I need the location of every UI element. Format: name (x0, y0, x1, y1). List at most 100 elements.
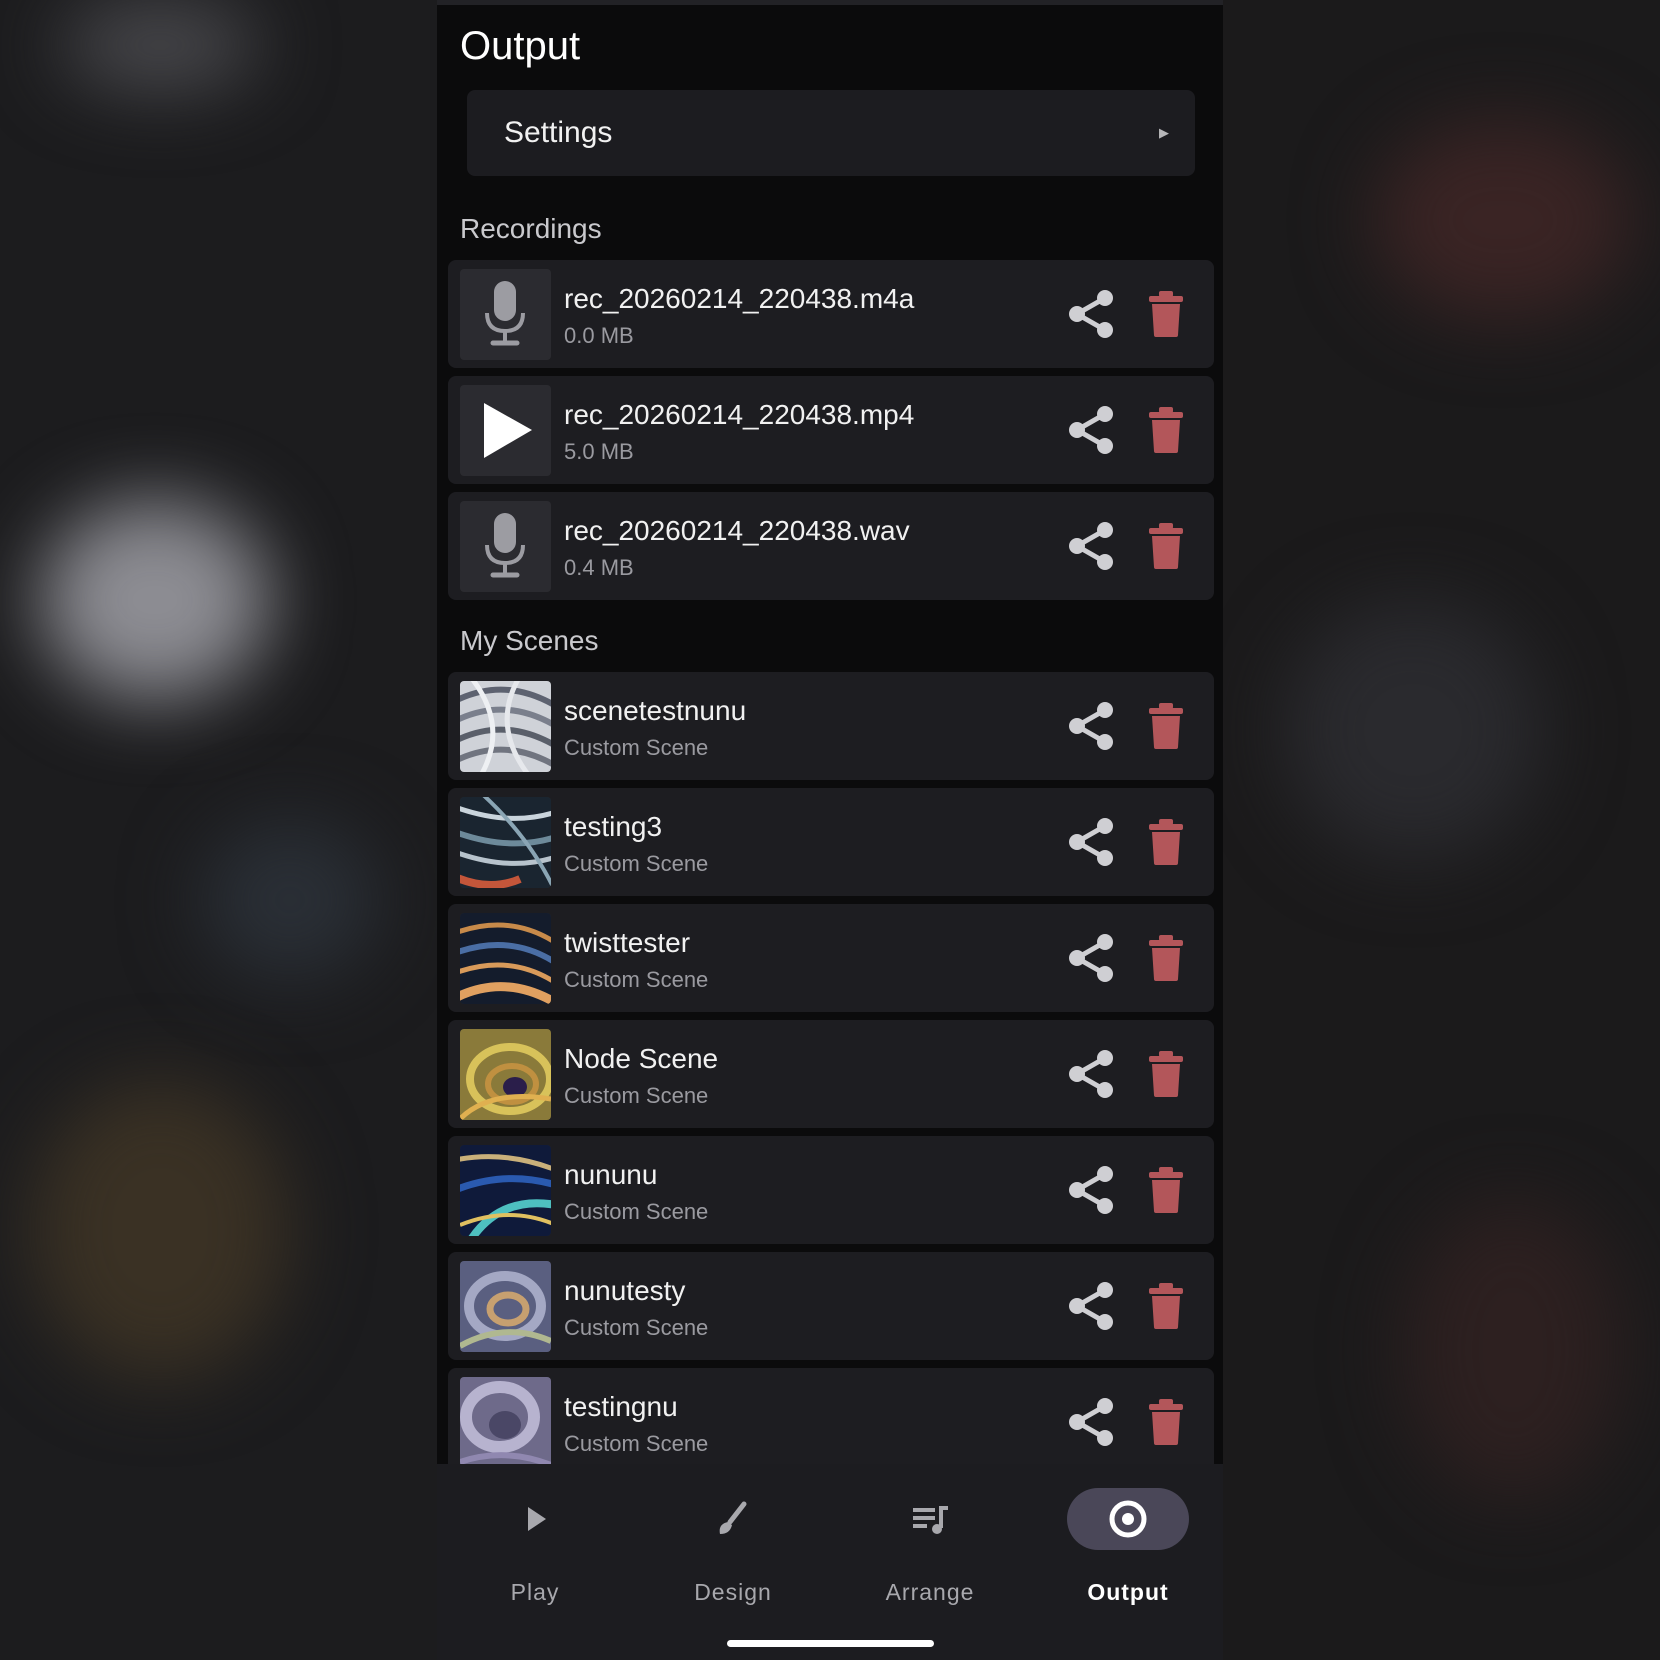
scene-thumbnail (460, 1261, 551, 1352)
share-icon (1069, 1282, 1113, 1330)
play-icon (484, 403, 532, 458)
delete-button[interactable] (1148, 522, 1184, 570)
scene-item[interactable]: scenetestnunu Custom Scene (448, 672, 1214, 780)
nav-design[interactable]: Design (658, 1488, 808, 1608)
trash-icon (1149, 1399, 1183, 1445)
trash-icon (1149, 523, 1183, 569)
page-title: Output (460, 24, 581, 68)
delete-button[interactable] (1148, 406, 1184, 454)
share-button[interactable] (1065, 288, 1117, 340)
brush-icon (719, 1501, 747, 1534)
nav-design-label: Design (694, 1579, 772, 1605)
playlist-icon (913, 1506, 948, 1534)
delete-button[interactable] (1148, 702, 1184, 750)
share-icon (1069, 290, 1113, 338)
play-icon (528, 1507, 546, 1531)
trash-icon (1149, 819, 1183, 865)
delete-button[interactable] (1148, 934, 1184, 982)
scene-thumbnail (460, 797, 551, 888)
delete-button[interactable] (1148, 1050, 1184, 1098)
share-icon (1069, 406, 1113, 454)
trash-icon (1149, 1167, 1183, 1213)
recording-thumbnail (460, 269, 551, 360)
scene-thumbnail (460, 1377, 551, 1468)
record-icon (1109, 1500, 1147, 1538)
share-button[interactable] (1065, 404, 1117, 456)
scene-name: testingnu (564, 1391, 678, 1422)
scene-item[interactable]: nunutesty Custom Scene (448, 1252, 1214, 1360)
share-button[interactable] (1065, 1280, 1117, 1332)
recording-item[interactable]: rec_20260214_220438.mp4 5.0 MB (448, 376, 1214, 484)
scene-item[interactable]: Node Scene Custom Scene (448, 1020, 1214, 1128)
share-button[interactable] (1065, 932, 1117, 984)
scene-thumbnail (460, 913, 551, 1004)
share-button[interactable] (1065, 1048, 1117, 1100)
recording-item[interactable]: rec_20260214_220438.wav 0.4 MB (448, 492, 1214, 600)
scene-name: twisttester (564, 927, 691, 958)
share-button[interactable] (1065, 816, 1117, 868)
scene-name: Node Scene (564, 1043, 719, 1074)
trash-icon (1149, 407, 1183, 453)
recording-thumbnail (460, 501, 551, 592)
delete-button[interactable] (1148, 1166, 1184, 1214)
nav-arrange[interactable]: Arrange (855, 1488, 1005, 1608)
trash-icon (1149, 1051, 1183, 1097)
delete-button[interactable] (1148, 1398, 1184, 1446)
settings-label: Settings (504, 116, 613, 149)
share-button[interactable] (1065, 520, 1117, 572)
scene-item[interactable]: testing3 Custom Scene (448, 788, 1214, 896)
share-icon (1069, 1398, 1113, 1446)
nav-arrange-label: Arrange (885, 1579, 975, 1605)
scene-thumbnail (460, 1145, 551, 1236)
nav-play-label: Play (510, 1579, 560, 1605)
trash-icon (1149, 935, 1183, 981)
recordings-title: Recordings (460, 213, 602, 244)
recording-name: rec_20260214_220438.wav (564, 515, 910, 546)
scene-type: Custom Scene (564, 967, 709, 992)
share-button[interactable] (1065, 700, 1117, 752)
delete-button[interactable] (1148, 290, 1184, 338)
scene-name: testing3 (564, 811, 663, 842)
recording-size: 0.0 MB (564, 323, 634, 348)
bottom-navigation: Play Design Arrange Output (437, 1464, 1223, 1660)
scene-type: Custom Scene (564, 735, 709, 760)
nav-output-label: Output (1087, 1579, 1169, 1605)
scene-item[interactable]: nununu Custom Scene (448, 1136, 1214, 1244)
recording-size: 0.4 MB (564, 555, 634, 580)
share-button[interactable] (1065, 1396, 1117, 1448)
recording-size: 5.0 MB (564, 439, 634, 464)
scene-name: nunutesty (564, 1275, 686, 1306)
share-icon (1069, 818, 1113, 866)
scenes-title: My Scenes (460, 625, 599, 656)
trash-icon (1149, 1283, 1183, 1329)
recording-item[interactable]: rec_20260214_220438.m4a 0.0 MB (448, 260, 1214, 368)
app-screen: Output Settings ▶ Recordings rec_2026021… (437, 0, 1223, 1660)
scene-item[interactable]: testingnu Custom Scene (448, 1368, 1214, 1476)
recording-thumbnail (460, 385, 551, 476)
scene-thumbnail (460, 681, 551, 772)
share-icon (1069, 1050, 1113, 1098)
delete-button[interactable] (1148, 1282, 1184, 1330)
scene-type: Custom Scene (564, 1083, 709, 1108)
delete-button[interactable] (1148, 818, 1184, 866)
background-right (1223, 0, 1660, 1660)
status-divider (437, 0, 1223, 5)
microphone-icon (485, 281, 525, 346)
share-button[interactable] (1065, 1164, 1117, 1216)
scene-item[interactable]: twisttester Custom Scene (448, 904, 1214, 1012)
recording-name: rec_20260214_220438.m4a (564, 283, 915, 314)
scene-name: scenetestnunu (564, 695, 747, 726)
share-icon (1069, 1166, 1113, 1214)
home-indicator[interactable] (727, 1640, 934, 1647)
nav-output[interactable]: Output (1053, 1488, 1203, 1608)
recording-name: rec_20260214_220438.mp4 (564, 399, 915, 430)
settings-expander[interactable]: Settings ▶ (467, 90, 1195, 176)
nav-play[interactable]: Play (460, 1488, 610, 1608)
share-icon (1069, 934, 1113, 982)
share-icon (1069, 522, 1113, 570)
scene-type: Custom Scene (564, 1315, 709, 1340)
scene-type: Custom Scene (564, 1199, 709, 1224)
chevron-right-icon: ▶ (1159, 125, 1169, 140)
trash-icon (1149, 291, 1183, 337)
background-left (0, 0, 437, 1660)
